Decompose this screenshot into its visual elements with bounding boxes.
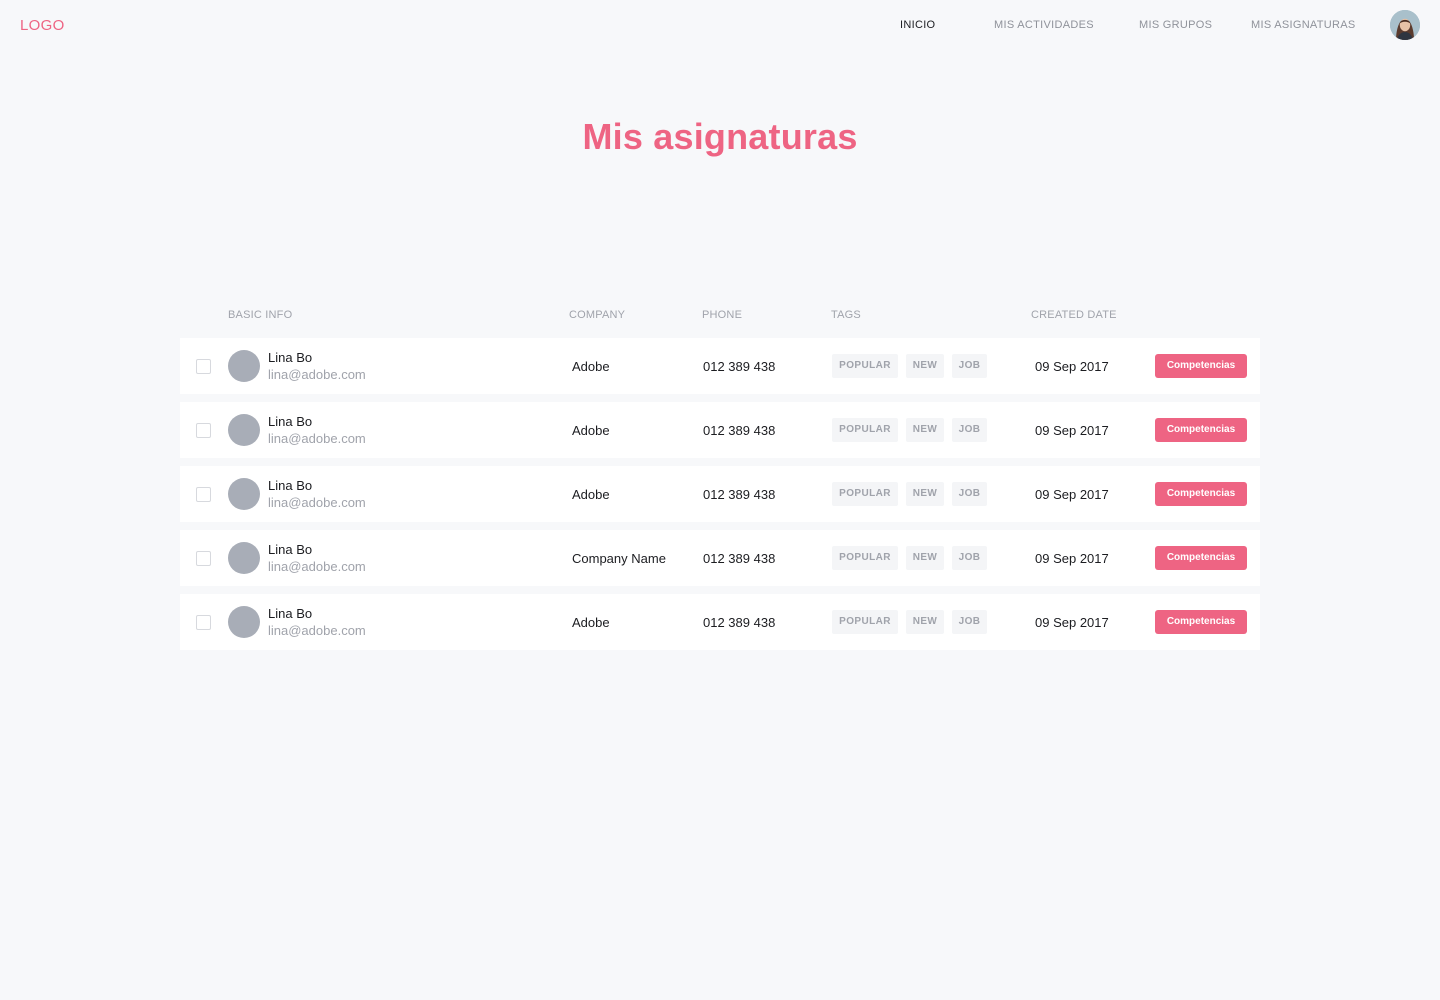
tag-new: NEW: [906, 546, 944, 570]
competencias-button[interactable]: Competencias: [1155, 546, 1247, 570]
tag-job: JOB: [952, 418, 987, 442]
tag-popular: POPULAR: [832, 354, 898, 378]
avatar: [228, 606, 260, 638]
column-header-phone[interactable]: PHONE: [702, 309, 742, 321]
row-created-date: 09 Sep 2017: [1035, 615, 1109, 630]
row-phone: 012 389 438: [703, 551, 776, 566]
tag-popular: POPULAR: [832, 482, 898, 506]
column-header-tags[interactable]: TAGS: [831, 309, 861, 321]
table-row[interactable]: Lina Bo lina@adobe.com Adobe 012 389 438…: [180, 466, 1260, 522]
row-checkbox[interactable]: [196, 615, 211, 630]
row-email[interactable]: lina@adobe.com: [268, 623, 366, 638]
row-company: Adobe: [572, 487, 610, 502]
row-name: Lina Bo: [268, 478, 313, 493]
nav-item-mis-actividades[interactable]: MIS ACTIVIDADES: [994, 19, 1094, 31]
row-phone: 012 389 438: [703, 423, 776, 438]
row-name: Lina Bo: [268, 414, 313, 429]
row-email[interactable]: lina@adobe.com: [268, 431, 366, 446]
competencias-button[interactable]: Competencias: [1155, 418, 1247, 442]
tag-job: JOB: [952, 546, 987, 570]
table-row[interactable]: Lina Bo lina@adobe.com Company Name 012 …: [180, 530, 1260, 586]
nav-item-inicio[interactable]: INICIO: [900, 19, 935, 31]
row-email[interactable]: lina@adobe.com: [268, 559, 366, 574]
avatar: [228, 414, 260, 446]
row-created-date: 09 Sep 2017: [1035, 551, 1109, 566]
nav-item-mis-asignaturas[interactable]: MIS ASIGNATURAS: [1251, 19, 1356, 31]
row-company: Adobe: [572, 615, 610, 630]
user-avatar-icon[interactable]: [1390, 10, 1420, 40]
row-checkbox[interactable]: [196, 551, 211, 566]
column-header-basic-info[interactable]: BASIC INFO: [228, 309, 292, 321]
tag-job: JOB: [952, 354, 987, 378]
tag-new: NEW: [906, 418, 944, 442]
logo[interactable]: LOGO: [20, 17, 65, 34]
competencias-button[interactable]: Competencias: [1155, 610, 1247, 634]
row-created-date: 09 Sep 2017: [1035, 359, 1109, 374]
table-row[interactable]: Lina Bo lina@adobe.com Adobe 012 389 438…: [180, 402, 1260, 458]
row-company: Company Name: [572, 551, 666, 566]
row-checkbox[interactable]: [196, 487, 211, 502]
tag-new: NEW: [906, 354, 944, 378]
table-row[interactable]: Lina Bo lina@adobe.com Adobe 012 389 438…: [180, 594, 1260, 650]
row-name: Lina Bo: [268, 350, 313, 365]
row-phone: 012 389 438: [703, 615, 776, 630]
row-company: Adobe: [572, 423, 610, 438]
row-email[interactable]: lina@adobe.com: [268, 367, 366, 382]
row-created-date: 09 Sep 2017: [1035, 487, 1109, 502]
row-name: Lina Bo: [268, 606, 313, 621]
tag-job: JOB: [952, 610, 987, 634]
competencias-button[interactable]: Competencias: [1155, 354, 1247, 378]
row-checkbox[interactable]: [196, 359, 211, 374]
nav-item-mis-grupos[interactable]: MIS GRUPOS: [1139, 19, 1212, 31]
row-created-date: 09 Sep 2017: [1035, 423, 1109, 438]
row-company: Adobe: [572, 359, 610, 374]
tag-popular: POPULAR: [832, 418, 898, 442]
avatar: [228, 350, 260, 382]
page-title: Mis asignaturas: [582, 116, 858, 157]
row-email[interactable]: lina@adobe.com: [268, 495, 366, 510]
row-checkbox[interactable]: [196, 423, 211, 438]
tag-job: JOB: [952, 482, 987, 506]
tag-new: NEW: [906, 482, 944, 506]
avatar: [228, 478, 260, 510]
avatar: [228, 542, 260, 574]
table-row[interactable]: Lina Bo lina@adobe.com Adobe 012 389 438…: [180, 338, 1260, 394]
tag-new: NEW: [906, 610, 944, 634]
competencias-button[interactable]: Competencias: [1155, 482, 1247, 506]
tag-popular: POPULAR: [832, 546, 898, 570]
column-header-company[interactable]: COMPANY: [569, 309, 625, 321]
row-phone: 012 389 438: [703, 359, 776, 374]
row-phone: 012 389 438: [703, 487, 776, 502]
column-header-created-date[interactable]: CREATED DATE: [1031, 309, 1117, 321]
row-name: Lina Bo: [268, 542, 313, 557]
tag-popular: POPULAR: [832, 610, 898, 634]
